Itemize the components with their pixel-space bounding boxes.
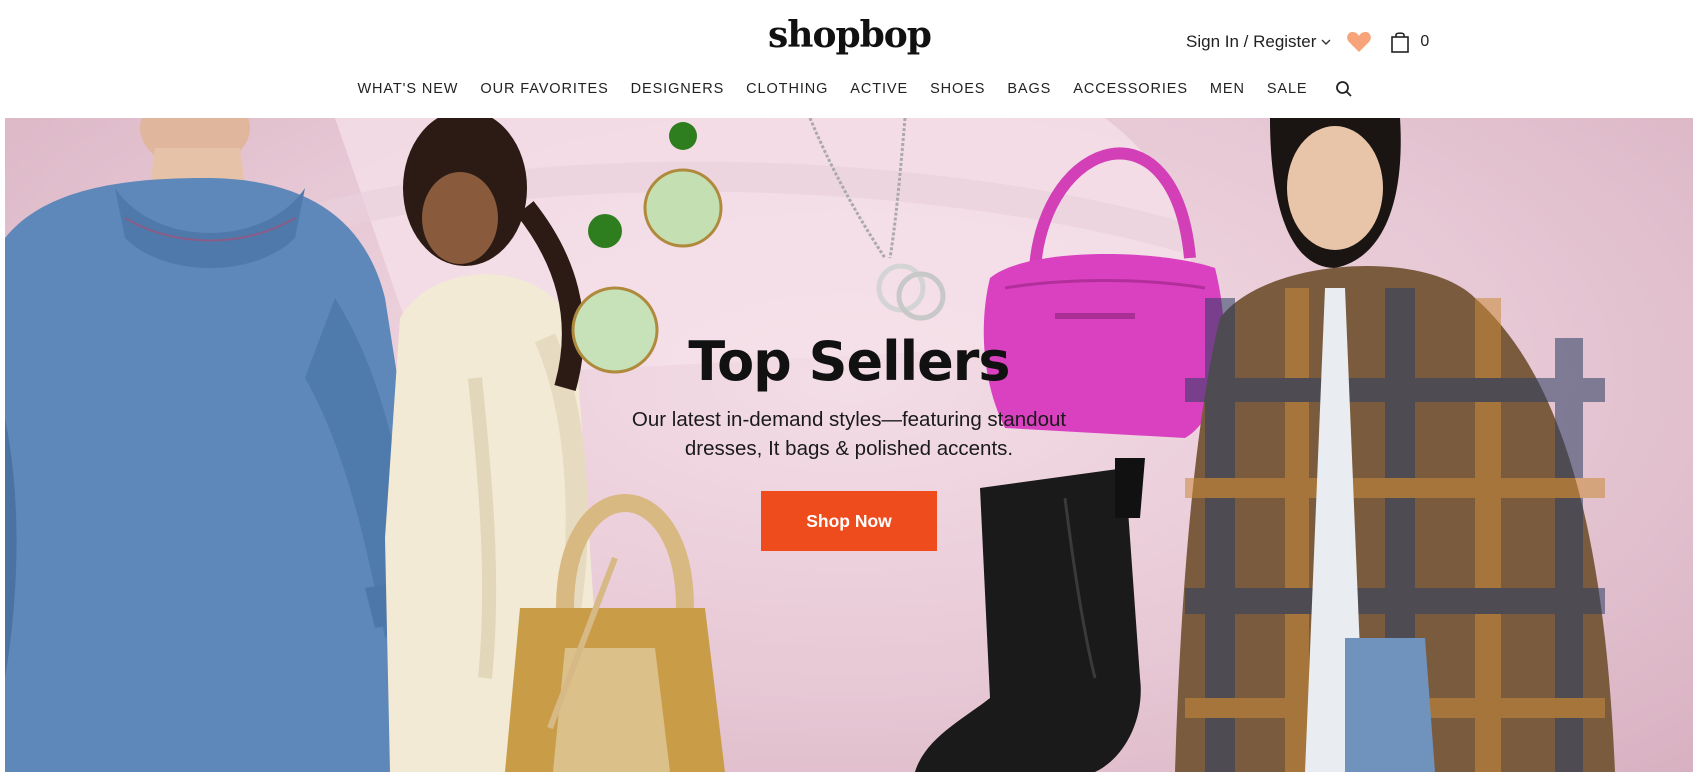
- chevron-down-icon[interactable]: [1320, 36, 1332, 48]
- logo-link[interactable]: shopbop: [768, 14, 932, 56]
- nav-item-accessories[interactable]: ACCESSORIES: [1073, 81, 1188, 97]
- nav-item-shoes[interactable]: SHOES: [930, 81, 985, 97]
- search-icon[interactable]: [1335, 80, 1353, 98]
- hero-text-block: Top Sellers Our latest in-demand styles—…: [625, 330, 1073, 551]
- shopping-bag-icon[interactable]: [1390, 31, 1410, 53]
- bag-count: 0: [1420, 33, 1430, 50]
- nav-item-bags[interactable]: BAGS: [1007, 81, 1051, 97]
- account-bar: Sign In / Register 0: [1186, 30, 1429, 54]
- hero-subtitle: Our latest in-demand styles—featuring st…: [631, 408, 1067, 460]
- shop-now-button[interactable]: Shop Now: [761, 491, 937, 551]
- hero-title: Top Sellers: [688, 330, 1010, 393]
- brand-logo: shopbop: [0, 14, 1699, 56]
- nav-item-men[interactable]: MEN: [1210, 81, 1245, 97]
- nav-item-whats-new[interactable]: WHAT'S NEW: [357, 81, 458, 97]
- nav-item-designers[interactable]: DESIGNERS: [631, 81, 725, 97]
- nav-item-our-favorites[interactable]: OUR FAVORITES: [480, 81, 608, 97]
- sign-in-register-link[interactable]: Sign In / Register: [1186, 32, 1316, 52]
- site-header: shopbop Sign In / Register 0 WHAT'S NEW …: [0, 0, 1699, 118]
- nav-item-clothing[interactable]: CLOTHING: [746, 81, 828, 97]
- nav-item-active[interactable]: ACTIVE: [850, 81, 908, 97]
- hero-banner[interactable]: Top Sellers Our latest in-demand styles—…: [5, 118, 1693, 772]
- heart-icon[interactable]: [1346, 30, 1372, 54]
- main-nav: WHAT'S NEW OUR FAVORITES DESIGNERS CLOTH…: [0, 80, 1699, 98]
- nav-item-sale[interactable]: SALE: [1267, 81, 1308, 97]
- model-plaid-shirt-image: [1175, 118, 1615, 772]
